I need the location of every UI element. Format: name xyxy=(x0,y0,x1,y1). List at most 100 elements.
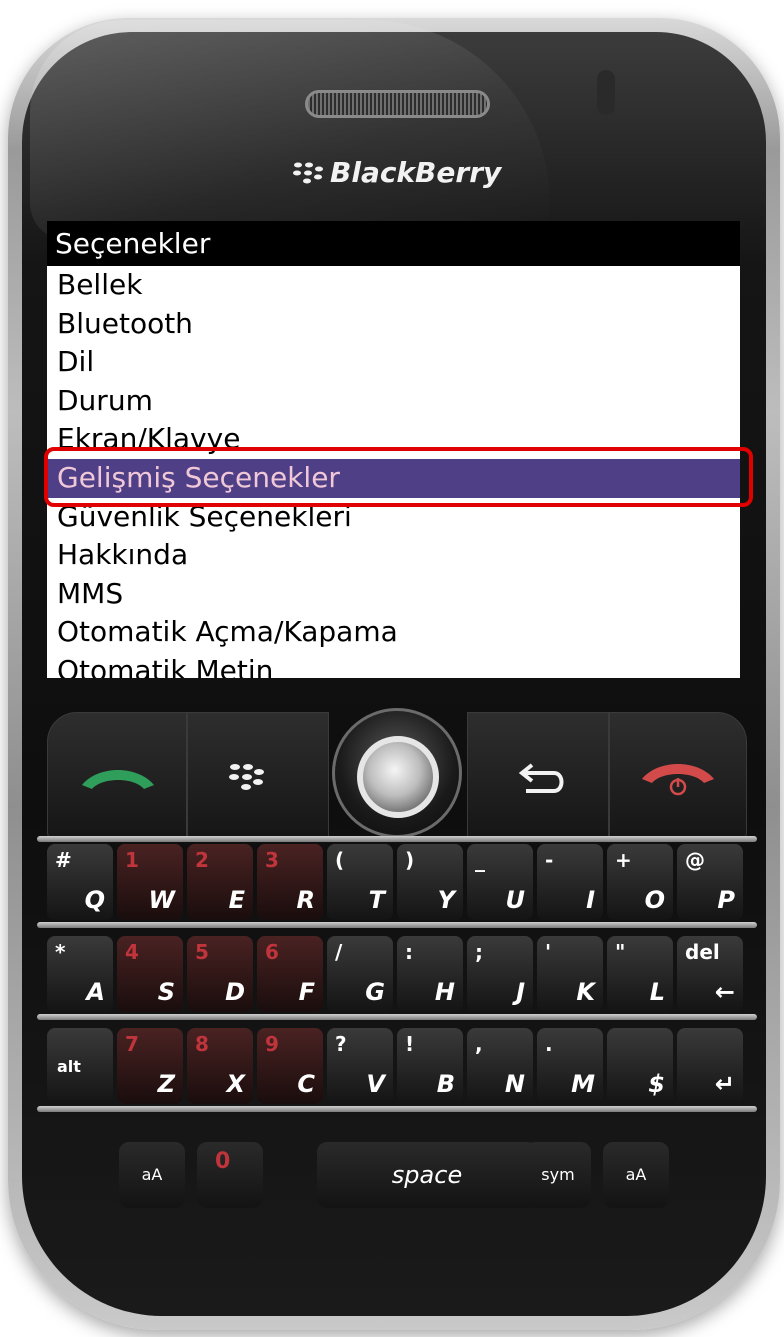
key-row1-6[interactable]: _ U xyxy=(467,844,533,920)
call-button[interactable] xyxy=(47,712,187,842)
end-call-button[interactable] xyxy=(609,712,747,842)
blackberry-menu-icon xyxy=(229,764,264,790)
key-row2-0[interactable]: * A xyxy=(47,936,113,1012)
key-row2-6[interactable]: ; J xyxy=(467,936,533,1012)
key-row1-9[interactable]: @ P xyxy=(677,844,743,920)
key-row2-5[interactable]: :H xyxy=(397,936,463,1012)
key-primary-label: G xyxy=(365,978,385,1006)
key-primary-label: A xyxy=(86,978,105,1006)
key-secondary-label: _ xyxy=(475,848,485,872)
key-secondary-label: ) xyxy=(405,848,415,872)
key-secondary-label: : xyxy=(405,940,413,964)
key-row1-1[interactable]: 1W xyxy=(117,844,183,920)
key-secondary-label: 8 xyxy=(195,1032,209,1056)
key-primary-label: Y xyxy=(437,886,455,914)
key-row1-0[interactable]: # Q xyxy=(47,844,113,920)
key-secondary-label: * xyxy=(55,940,66,964)
key-row2-9[interactable]: del ← xyxy=(677,936,743,1012)
key-row2-4[interactable]: / G xyxy=(327,936,393,1012)
shift-left-key[interactable]: aA xyxy=(119,1142,185,1208)
key-primary-label: N xyxy=(504,1070,525,1098)
brand-name: BlackBerry xyxy=(330,156,502,189)
space-key-label: space xyxy=(391,1161,463,1189)
menu-item[interactable]: Otomatik Metin xyxy=(47,652,740,678)
zero-key[interactable]: 0 xyxy=(197,1142,263,1208)
key-primary-label: Z xyxy=(157,1070,175,1098)
key-primary-label: alt xyxy=(57,1057,81,1076)
qwerty-keyboard: # Q 1 W 2 E 3 R(T) Y _ U - I + O @ P * A 4 S 5 D 6 F / G: H; J ' K " Ld… xyxy=(37,836,757,1222)
back-button[interactable] xyxy=(467,712,609,842)
key-primary-label: B xyxy=(436,1070,455,1098)
keyboard-row-1: # Q 1 W 2 E 3 R(T) Y _ U - I + O @ P xyxy=(47,842,747,924)
key-secondary-label: ! xyxy=(405,1032,415,1056)
key-row1-4[interactable]: (T xyxy=(327,844,393,920)
key-row2-8[interactable]: " L xyxy=(607,936,673,1012)
key-primary-label: P xyxy=(717,886,735,914)
key-row3-5[interactable]: ! B xyxy=(397,1028,463,1104)
key-row1-2[interactable]: 2E xyxy=(187,844,253,920)
menu-item[interactable]: Güvenlik Seçenekleri xyxy=(47,498,740,537)
back-arrow-icon xyxy=(518,763,564,793)
key-row3-4[interactable]: ? V xyxy=(327,1028,393,1104)
shift-right-key[interactable]: aA xyxy=(603,1142,669,1208)
key-secondary-label: ; xyxy=(475,940,483,964)
key-primary-label: R xyxy=(296,886,315,914)
key-row1-5[interactable]: ) Y xyxy=(397,844,463,920)
light-sensor xyxy=(597,70,615,115)
key-secondary-label: 7 xyxy=(125,1032,139,1056)
key-primary-label: T xyxy=(368,886,385,914)
key-row3-9[interactable]: ↵ xyxy=(677,1028,743,1104)
key-row3-1[interactable]: 7Z xyxy=(117,1028,183,1104)
menu-item[interactable]: Bellek xyxy=(47,266,740,305)
key-row3-0[interactable]: alt xyxy=(47,1028,113,1104)
phone-green-icon xyxy=(82,770,154,789)
key-secondary-label: # xyxy=(55,848,72,872)
sym-key[interactable]: sym xyxy=(525,1142,591,1208)
key-primary-label: D xyxy=(225,978,245,1006)
key-row3-2[interactable]: 8X xyxy=(187,1028,253,1104)
shift-right-label: aA xyxy=(625,1165,647,1184)
key-row3-7[interactable]: .M xyxy=(537,1028,603,1104)
key-primary-label: J xyxy=(516,978,525,1006)
key-primary-label: L xyxy=(649,978,665,1006)
shift-left-label: aA xyxy=(141,1165,163,1184)
menu-item[interactable]: Durum xyxy=(47,382,740,421)
key-row1-3[interactable]: 3R xyxy=(257,844,323,920)
menu-item[interactable]: Dil xyxy=(47,343,740,382)
space-key[interactable]: space xyxy=(317,1142,537,1208)
key-row3-8[interactable]: $ xyxy=(607,1028,673,1104)
brand-logo: BlackBerry xyxy=(290,156,501,189)
trackball[interactable] xyxy=(357,736,439,818)
key-primary-label: I xyxy=(586,886,595,914)
key-row3-3[interactable]: 9C xyxy=(257,1028,323,1104)
keyboard-frame-bar xyxy=(37,922,757,928)
key-secondary-label: 9 xyxy=(265,1032,279,1056)
key-secondary-label: ? xyxy=(335,1032,347,1056)
key-row1-7[interactable]: -I xyxy=(537,844,603,920)
menu-button[interactable] xyxy=(187,712,329,842)
key-row3-6[interactable]: ,N xyxy=(467,1028,533,1104)
key-secondary-label: ' xyxy=(545,940,552,964)
menu-item-selected[interactable]: Gelişmiş Seçenekler xyxy=(47,458,740,498)
menu-item[interactable]: Hakkında xyxy=(47,536,740,575)
key-secondary-label: 2 xyxy=(195,848,209,872)
menu-item[interactable]: Ekran/Klavye xyxy=(47,420,740,459)
blackberry-logo-icon xyxy=(293,162,323,183)
key-secondary-label: 4 xyxy=(125,940,139,964)
key-secondary-label: @ xyxy=(685,848,705,872)
key-row2-1[interactable]: 4S xyxy=(117,936,183,1012)
menu-item[interactable]: MMS xyxy=(47,575,740,614)
key-primary-label: H xyxy=(434,978,455,1006)
key-primary-label: X xyxy=(226,1070,245,1098)
key-secondary-label: . xyxy=(545,1032,553,1056)
keyboard-row-3: alt 7 Z 8 X 9 C? V! B, N. M $ ↵ xyxy=(47,1026,747,1108)
key-row2-3[interactable]: 6F xyxy=(257,936,323,1012)
key-row1-8[interactable]: + O xyxy=(607,844,673,920)
key-secondary-label: 5 xyxy=(195,940,209,964)
key-row2-7[interactable]: ' K xyxy=(537,936,603,1012)
key-primary-label: W xyxy=(148,886,175,914)
key-primary-label: M xyxy=(571,1070,595,1098)
menu-item[interactable]: Otomatik Açma/Kapama xyxy=(47,613,740,652)
menu-item[interactable]: Bluetooth xyxy=(47,305,740,344)
key-row2-2[interactable]: 5D xyxy=(187,936,253,1012)
